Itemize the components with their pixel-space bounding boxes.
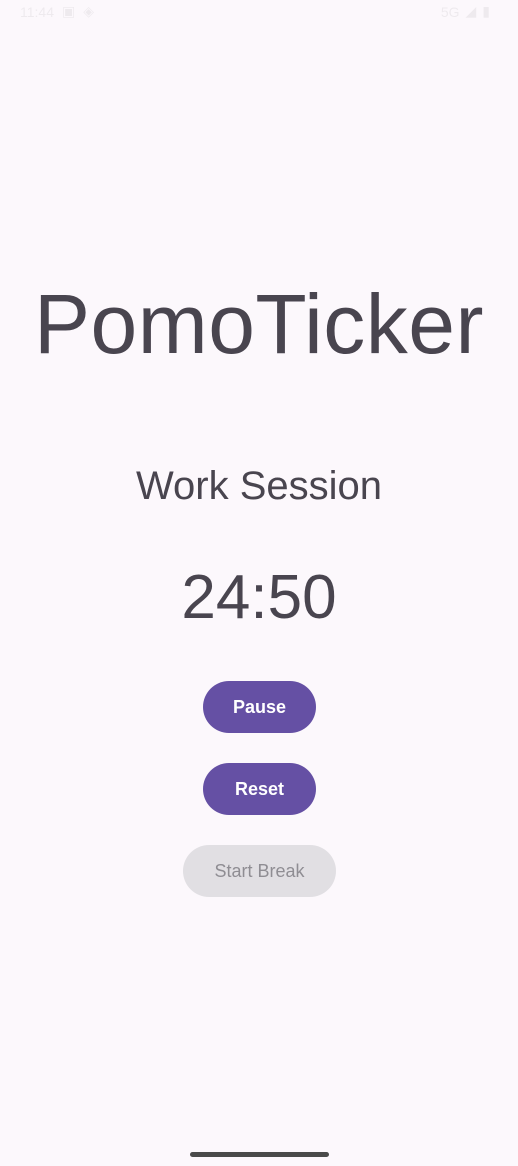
status-time: 11:44	[20, 3, 54, 20]
shield-icon: ◈	[83, 3, 95, 19]
session-label: Work Session	[135, 464, 382, 508]
app-title: PomoTicker	[34, 277, 484, 371]
reset-button[interactable]: Reset	[203, 763, 316, 815]
network-label: 5G	[440, 3, 460, 20]
battery-icon: ▮	[482, 3, 490, 19]
timer-display: 24:50	[181, 563, 337, 632]
status-bar: 11:44 ▣ ◈ 5G ◢ ▮	[0, 0, 518, 24]
navigation-handle[interactable]	[190, 1152, 329, 1157]
pause-button[interactable]: Pause	[203, 681, 316, 733]
signal-icon: ◢	[465, 3, 477, 19]
status-bar-left: 11:44 ▣ ◈	[20, 3, 94, 20]
status-bar-right: 5G ◢ ▮	[441, 3, 490, 20]
start-break-button: Start Break	[183, 845, 336, 897]
notification-icon: ▣	[62, 3, 76, 19]
